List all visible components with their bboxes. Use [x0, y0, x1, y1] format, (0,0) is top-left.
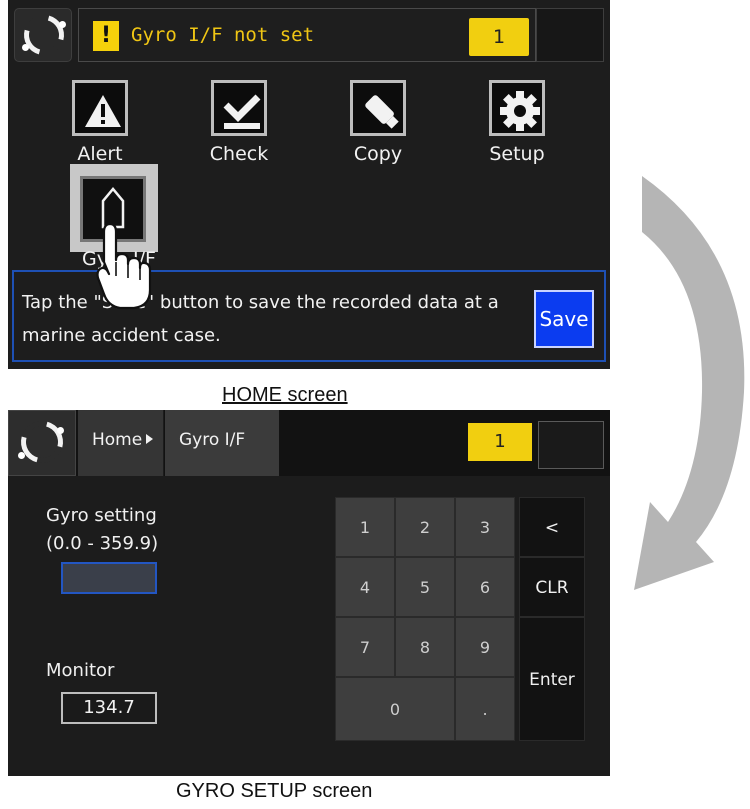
alert-bar[interactable]: ! Gyro I/F not set	[78, 8, 536, 62]
key-8[interactable]: 8	[395, 617, 455, 677]
check-label: Check	[209, 143, 269, 165]
topbar-blank-button[interactable]	[538, 421, 604, 469]
gyro-setting-label: Gyro setting (0.0 - 359.9)	[46, 502, 158, 558]
key-9[interactable]: 9	[455, 617, 515, 677]
alert-count-badge[interactable]: 1	[468, 423, 532, 461]
gyro-setting-input[interactable]	[61, 562, 157, 594]
key-7[interactable]: 7	[335, 617, 395, 677]
breadcrumb-current: Gyro I/F	[165, 410, 279, 476]
save-button[interactable]: Save	[534, 290, 594, 348]
usb-icon	[365, 95, 399, 129]
home-screen-caption: HOME screen	[222, 384, 348, 406]
topbar-blank-button[interactable]	[536, 8, 604, 62]
breadcrumb-home-label: Home	[92, 430, 143, 450]
gyro-setup-caption: GYRO SETUP screen	[176, 780, 373, 802]
key-0[interactable]: 0	[335, 677, 455, 741]
alert-message: Gyro I/F not set	[131, 24, 315, 46]
breadcrumb-arrow-icon	[146, 434, 154, 444]
check-icon	[223, 94, 261, 129]
key-enter[interactable]: Enter	[519, 617, 585, 741]
status-ring-icon	[8, 410, 76, 476]
gyro-setting-range: (0.0 - 359.9)	[46, 533, 159, 554]
key-clear[interactable]: CLR	[519, 557, 585, 617]
breadcrumb-home[interactable]: Home	[78, 410, 164, 476]
check-button[interactable]	[211, 80, 267, 136]
alert-triangle-icon	[85, 95, 121, 127]
key-6[interactable]: 6	[455, 557, 515, 617]
setup-button[interactable]	[489, 80, 545, 136]
status-ring-icon	[14, 7, 72, 63]
home-screen: ! Gyro I/F not set 1 Alert Check Copy Se…	[8, 0, 610, 369]
copy-label: Copy	[353, 143, 403, 165]
tap-hand-icon	[96, 222, 152, 310]
alert-count-badge[interactable]: 1	[469, 18, 529, 56]
gyro-setting-title: Gyro setting	[46, 505, 157, 526]
warning-icon: !	[93, 21, 119, 51]
key-2[interactable]: 2	[395, 497, 455, 557]
flow-arrow-icon	[634, 176, 745, 590]
key-4[interactable]: 4	[335, 557, 395, 617]
copy-button[interactable]	[350, 80, 406, 136]
key-decimal[interactable]: .	[455, 677, 515, 741]
key-backspace[interactable]: <	[519, 497, 585, 557]
alert-label: Alert	[77, 143, 123, 165]
gyro-setup-screen: Home Gyro I/F 1 Gyro setting (0.0 - 359.…	[8, 410, 610, 776]
alert-button[interactable]	[72, 80, 128, 136]
key-5[interactable]: 5	[395, 557, 455, 617]
monitor-label: Monitor	[46, 660, 115, 681]
key-1[interactable]: 1	[335, 497, 395, 557]
gear-icon	[500, 91, 540, 131]
monitor-value: 134.7	[61, 692, 157, 724]
setup-label: Setup	[489, 143, 545, 165]
key-3[interactable]: 3	[455, 497, 515, 557]
